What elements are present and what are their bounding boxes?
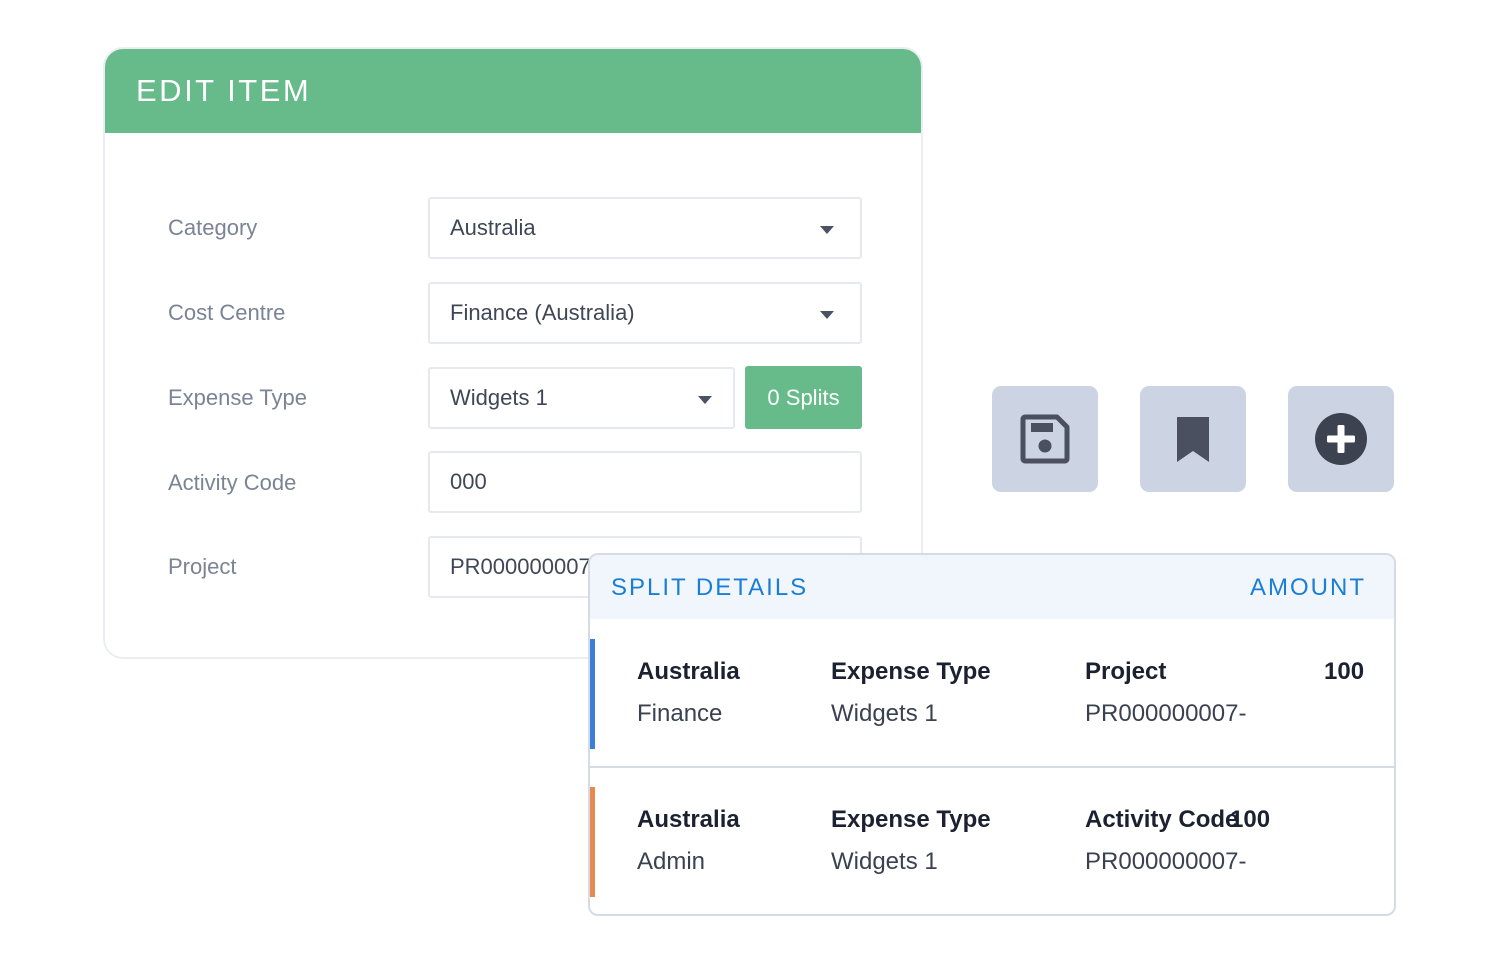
expense-type-value: Widgets 1 <box>450 385 548 410</box>
cost-centre-select[interactable]: Finance (Australia) <box>428 282 862 344</box>
split-code-value: PR000000007- <box>1085 848 1247 875</box>
split-row[interactable]: Australia Admin Expense Type Widgets 1 A… <box>590 767 1394 914</box>
split-cost-centre: Finance <box>637 700 723 727</box>
split-cost-centre: Admin <box>637 848 706 875</box>
splits-button[interactable]: 0 Splits <box>745 366 862 429</box>
bookmark-button[interactable] <box>1140 386 1246 492</box>
split-location: Australia <box>637 806 740 833</box>
split-type-value: Widgets 1 <box>831 700 938 727</box>
cost-centre-value: Finance (Australia) <box>450 300 635 325</box>
add-button[interactable] <box>1288 386 1394 492</box>
split-code-label: Project <box>1085 658 1167 685</box>
cost-centre-label: Cost Centre <box>168 300 286 325</box>
chevron-down-icon <box>698 396 712 404</box>
save-icon <box>1020 414 1070 464</box>
save-button[interactable] <box>992 386 1098 492</box>
activity-code-input[interactable]: 000 <box>428 451 862 513</box>
amount-header: AMOUNT <box>1250 574 1366 601</box>
expense-type-select[interactable]: Widgets 1 <box>428 367 735 429</box>
project-label: Project <box>168 554 237 579</box>
split-code-value: PR000000007- <box>1085 700 1247 727</box>
split-details-header: SPLIT DETAILS AMOUNT <box>590 555 1394 619</box>
category-label: Category <box>168 215 258 240</box>
split-type-label: Expense Type <box>831 806 991 833</box>
split-row[interactable]: Australia Finance Expense Type Widgets 1… <box>590 619 1394 767</box>
project-value: PR000000007- <box>450 554 599 579</box>
activity-code-label: Activity Code <box>168 470 297 495</box>
activity-code-value: 000 <box>450 469 487 494</box>
split-type-label: Expense Type <box>831 658 991 685</box>
plus-circle-icon <box>1315 413 1367 465</box>
expense-type-label: Expense Type <box>168 385 308 410</box>
bookmark-icon <box>1177 417 1209 462</box>
split-amount: 100 <box>1324 658 1365 685</box>
split-type-value: Widgets 1 <box>831 848 938 875</box>
split-location: Australia <box>637 658 740 685</box>
split-amount: 100 <box>1230 806 1271 833</box>
split-code-label: Activity Code <box>1085 806 1239 833</box>
edit-item-title: EDIT ITEM <box>136 73 312 108</box>
category-value: Australia <box>450 215 536 240</box>
row-accent <box>590 787 595 897</box>
chevron-down-icon <box>820 311 834 319</box>
row-accent <box>590 639 595 749</box>
edit-item-header: EDIT ITEM <box>105 49 921 133</box>
category-select[interactable]: Australia <box>428 197 862 259</box>
split-details-card: SPLIT DETAILS AMOUNT Australia Finance E… <box>588 553 1396 916</box>
chevron-down-icon <box>820 226 834 234</box>
split-details-title: SPLIT DETAILS <box>611 574 809 601</box>
